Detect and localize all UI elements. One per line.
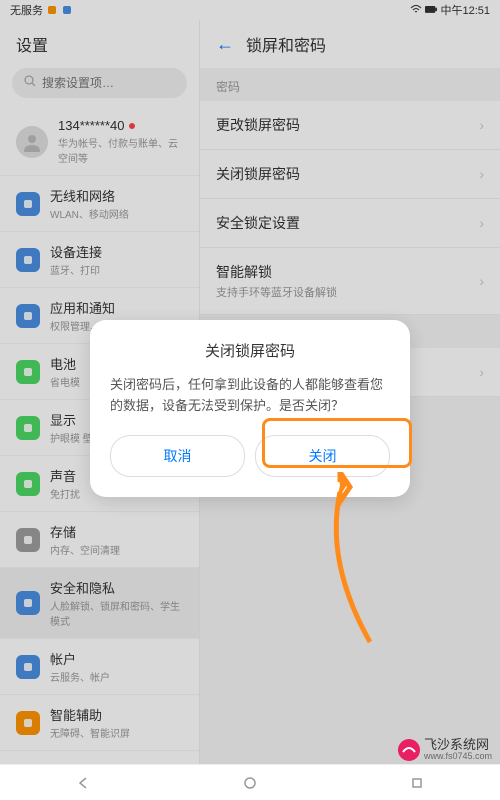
menu-icon (16, 711, 40, 735)
menu-subtitle: 无障碍、智能识屏 (50, 725, 183, 740)
setting-title: 锁屏样式 (216, 362, 272, 382)
setting-subtitle: 支持手环等蓝牙设备解锁 (216, 284, 337, 300)
notification-dot (129, 123, 135, 129)
watermark-logo-icon (397, 738, 421, 762)
menu-subtitle: 权限管理、默认应用 (50, 318, 183, 333)
section-label: 锁屏 (200, 315, 500, 348)
setting-row-0-2[interactable]: 安全锁定设置 › (200, 199, 500, 248)
account-row[interactable]: 134******40 华为帐号、付款与账单、云空间等 (0, 108, 199, 176)
menu-title: 安全和隐私 (50, 578, 183, 597)
nav-bar (0, 764, 500, 800)
menu-icon (16, 304, 40, 328)
menu-subtitle: 内存、空间清理 (50, 542, 183, 557)
account-phone: 134******40 (58, 118, 125, 133)
nav-recent-icon[interactable] (407, 773, 427, 793)
sidebar-item-7[interactable]: 安全和隐私 人脸解锁、锁屏和密码、学生模式 (0, 568, 199, 639)
menu-title: 帐户 (50, 649, 183, 668)
nav-home-icon[interactable] (240, 773, 260, 793)
detail-header: ← 锁屏和密码 (200, 20, 500, 68)
sidebar-item-4[interactable]: 显示 护眼模 壁纸 (0, 400, 199, 456)
time: 中午12:51 (440, 2, 490, 18)
chevron-right-icon: › (479, 117, 484, 133)
menu-title: 声音 (50, 466, 183, 485)
menu-title: 无线和网络 (50, 186, 183, 205)
menu-title: 电池 (50, 354, 183, 373)
menu-icon (16, 472, 40, 496)
search-box[interactable] (12, 68, 187, 98)
menu-subtitle: 免打扰 (50, 486, 183, 501)
nav-back-icon[interactable] (73, 773, 93, 793)
setting-title: 更改锁屏密码 (216, 115, 300, 135)
battery-icon (425, 4, 437, 16)
account-description: 华为帐号、付款与账单、云空间等 (58, 135, 183, 165)
chevron-right-icon: › (479, 166, 484, 182)
menu-subtitle: WLAN、移动网络 (50, 206, 183, 221)
menu-subtitle: 省电模 (50, 374, 183, 389)
avatar (16, 126, 48, 158)
menu-subtitle: 护眼模 壁纸 (50, 430, 183, 445)
setting-row-1-0[interactable]: 锁屏样式 › (200, 348, 500, 397)
wifi-icon (410, 4, 422, 16)
back-icon[interactable]: ← (216, 34, 234, 55)
sidebar-item-6[interactable]: 存储 内存、空间清理 (0, 512, 199, 568)
menu-title: 显示 (50, 410, 183, 429)
chevron-right-icon: › (479, 364, 484, 380)
sun-icon (46, 4, 58, 16)
setting-title: 关闭锁屏密码 (216, 164, 300, 184)
service-status: 无服务 (10, 2, 43, 18)
menu-icon (16, 655, 40, 679)
menu-title: 智能辅助 (50, 705, 183, 724)
section-label: 密码 (200, 68, 500, 101)
sidebar-item-5[interactable]: 声音 免打扰 (0, 456, 199, 512)
watermark-url: www.fs0745.com (424, 752, 492, 762)
menu-title: 设备连接 (50, 242, 183, 261)
chevron-right-icon: › (479, 215, 484, 231)
menu-subtitle: 云服务、帐户 (50, 669, 183, 684)
menu-icon (16, 192, 40, 216)
search-input[interactable] (42, 76, 175, 90)
setting-title: 安全锁定设置 (216, 213, 300, 233)
sidebar-item-0[interactable]: 无线和网络 WLAN、移动网络 (0, 176, 199, 232)
search-icon (24, 74, 36, 92)
chevron-right-icon: › (479, 273, 484, 289)
menu-subtitle: 蓝牙、打印 (50, 262, 183, 277)
watermark: 飞沙系统网 www.fs0745.com (397, 738, 492, 762)
sidebar-item-1[interactable]: 设备连接 蓝牙、打印 (0, 232, 199, 288)
menu-subtitle: 人脸解锁、锁屏和密码、学生模式 (50, 598, 183, 628)
setting-title: 智能解锁 (216, 262, 337, 282)
menu-icon (16, 360, 40, 384)
sidebar-item-2[interactable]: 应用和通知 权限管理、默认应用 (0, 288, 199, 344)
setting-row-0-1[interactable]: 关闭锁屏密码 › (200, 150, 500, 199)
menu-icon (16, 591, 40, 615)
sidebar-item-9[interactable]: 智能辅助 无障碍、智能识屏 (0, 695, 199, 751)
status-bar: 无服务 中午12:51 (0, 0, 500, 20)
watermark-name: 飞沙系统网 (424, 738, 492, 752)
menu-title: 应用和通知 (50, 298, 183, 317)
settings-sidebar: 设置 134******40 华为帐号、付款与账单、云空间等 (0, 20, 200, 800)
menu-title: 存储 (50, 522, 183, 541)
setting-row-0-0[interactable]: 更改锁屏密码 › (200, 101, 500, 150)
detail-panel: ← 锁屏和密码 密码 更改锁屏密码 › 关闭锁屏密码 › 安全锁定设置 › 智能… (200, 20, 500, 800)
settings-title: 设置 (0, 20, 199, 68)
sidebar-item-3[interactable]: 电池 省电模 (0, 344, 199, 400)
setting-row-0-3[interactable]: 智能解锁 支持手环等蓝牙设备解锁 › (200, 248, 500, 315)
menu-icon (16, 416, 40, 440)
sidebar-item-8[interactable]: 帐户 云服务、帐户 (0, 639, 199, 695)
menu-icon (16, 248, 40, 272)
menu-icon (16, 528, 40, 552)
cloud-icon (61, 4, 73, 16)
detail-title: 锁屏和密码 (246, 32, 326, 56)
